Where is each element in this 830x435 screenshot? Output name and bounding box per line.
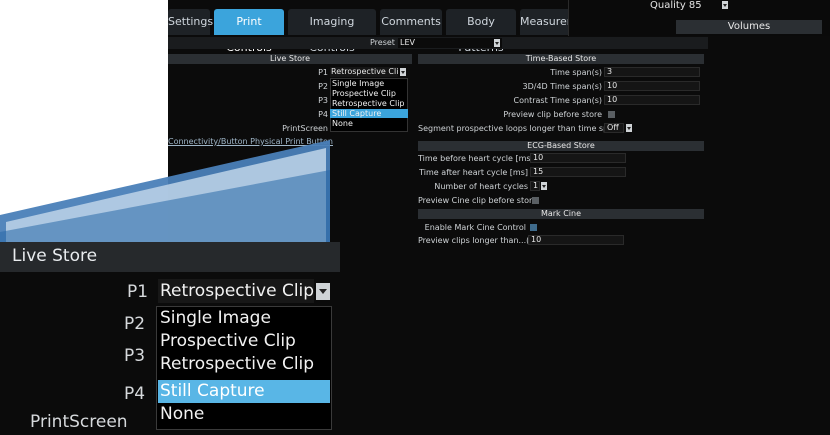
zoom-option-still-capture[interactable]: Still Capture: [158, 380, 330, 403]
zoom-printscreen-label: PrintScreen: [30, 412, 128, 432]
zoom-magnifier-panel: Live Store P1 Retrospective Clip P2 P3 P…: [0, 242, 340, 435]
zoom-p2-label: P2: [124, 314, 146, 334]
zoom-p1-dropdown-arrow-icon[interactable]: [316, 283, 330, 300]
zoom-option-retrospective-clip[interactable]: Retrospective Clip: [158, 353, 330, 376]
zoom-p4-label: P4: [124, 384, 146, 404]
zoom-p1-select[interactable]: Retrospective Clip: [158, 279, 314, 303]
zoom-p1-label: P1: [127, 282, 149, 302]
zoom-option-prospective-clip[interactable]: Prospective Clip: [158, 330, 330, 353]
zoom-option-single-image[interactable]: Single Image: [158, 307, 330, 330]
zoom-p3-label: P3: [124, 346, 146, 366]
zoom-live-store-title: Live Store: [12, 246, 98, 266]
zoom-option-none[interactable]: None: [158, 403, 330, 426]
